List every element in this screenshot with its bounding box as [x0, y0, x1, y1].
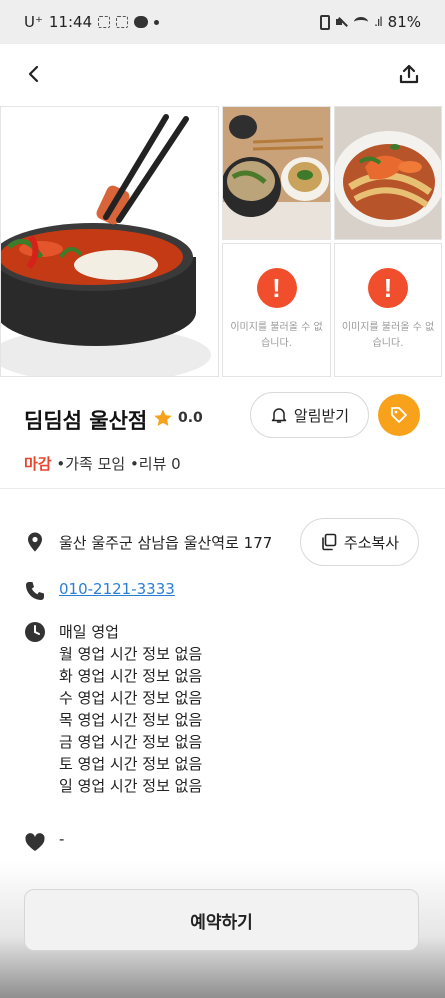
tteokbokki-photo [1, 107, 218, 376]
section-divider [0, 488, 445, 489]
photo-gallery: ! 이미지를 불러올 수 없습니다. ! 이미지를 불러올 수 없습니다. [0, 106, 445, 378]
clock-icon [25, 622, 45, 642]
phone-number-link[interactable]: 010-2121-3333 [59, 580, 175, 598]
more-notifications-icon [154, 19, 160, 25]
image-error-text: 이미지를 불러올 수 없습니다. [341, 322, 435, 349]
carrier-label: U⁺ [24, 13, 43, 31]
noodle-soup-photo [223, 107, 330, 239]
mute-icon [336, 16, 348, 28]
main-photo[interactable] [0, 106, 219, 377]
favorite-text: - [59, 830, 65, 848]
hours-line: 일 영업 시간 정보 없음 [59, 777, 203, 795]
phone-icon [26, 582, 44, 600]
screenshot-icon [98, 16, 111, 28]
thumbnail-photo-1[interactable] [222, 106, 331, 240]
copy-icon [322, 533, 337, 551]
battery-percent: 81% [387, 13, 421, 31]
store-name: 딤딤섬 울산점 [24, 409, 148, 433]
shrimp-noodles-photo [335, 107, 441, 239]
app-bar [0, 44, 445, 106]
rating-value: 0.0 [178, 410, 203, 426]
heart-icon [25, 833, 45, 851]
image-error-placeholder: ! 이미지를 불러올 수 없습니다. [223, 244, 330, 376]
copy-address-label: 주소복사 [343, 533, 400, 552]
bell-icon [271, 408, 287, 423]
chat-notification-icon [134, 16, 149, 28]
hours-line: 목 영업 시간 정보 없음 [59, 711, 203, 729]
image-error-text: 이미지를 불러올 수 없습니다. [230, 322, 323, 349]
back-button[interactable] [18, 58, 50, 90]
hours-line: 화 영업 시간 정보 없음 [59, 667, 203, 685]
store-meta: 마감 •가족 모임 •리뷰 0 [24, 453, 181, 474]
star-icon [154, 409, 172, 426]
thumbnail-photo-3[interactable]: ! 이미지를 불러올 수 없습니다. [222, 243, 331, 377]
store-meta-text: •가족 모임 •리뷰 0 [51, 455, 181, 473]
copy-address-button[interactable]: 주소복사 [300, 518, 419, 566]
hours-line: 금 영업 시간 정보 없음 [59, 733, 203, 751]
business-hours: 매일 영업 월 영업 시간 정보 없음 화 영업 시간 정보 없음 수 영업 시… [59, 621, 202, 797]
error-icon: ! [256, 268, 297, 308]
hours-line: 수 영업 시간 정보 없음 [59, 689, 203, 707]
tag-icon [391, 407, 407, 423]
hours-line: 월 영업 시간 정보 없음 [59, 645, 203, 663]
address-row: 울산 울주군 삼남읍 울산역로 177 주소복사 [0, 518, 445, 566]
image-error-placeholder: ! 이미지를 불러올 수 없습니다. [335, 244, 441, 376]
signal-icon: .ıl [374, 15, 383, 29]
wifi-icon [354, 17, 369, 27]
status-bar: U⁺ 11:44 .ıl 81% [0, 0, 445, 44]
share-button[interactable] [393, 58, 425, 90]
store-header: 딤딤섬 울산점 0.0 알림받기 [0, 378, 445, 454]
hours-line: 토 영업 시간 정보 없음 [59, 755, 203, 773]
coupon-button[interactable] [378, 394, 420, 436]
address-text: 울산 울주군 삼남읍 울산역로 177 [59, 534, 273, 552]
clock-time: 11:44 [48, 13, 93, 31]
error-icon: ! [368, 268, 408, 308]
share-icon [399, 64, 419, 84]
battery-saver-icon [320, 14, 331, 30]
notify-button-label: 알림받기 [293, 406, 350, 425]
scan-icon [116, 16, 129, 28]
notify-button[interactable]: 알림받기 [250, 392, 369, 438]
thumbnail-photo-2[interactable] [334, 106, 442, 240]
status-badge: 마감 [24, 455, 52, 473]
thumbnail-photo-4[interactable]: ! 이미지를 불러올 수 없습니다. [334, 243, 442, 377]
location-pin-icon [28, 532, 42, 552]
hours-line: 매일 영업 [59, 623, 119, 641]
status-bar-left: U⁺ 11:44 [24, 13, 160, 31]
back-arrow-icon [28, 65, 39, 83]
status-bar-right: .ıl 81% [320, 13, 421, 31]
reserve-button[interactable]: 예약하기 [24, 889, 419, 951]
